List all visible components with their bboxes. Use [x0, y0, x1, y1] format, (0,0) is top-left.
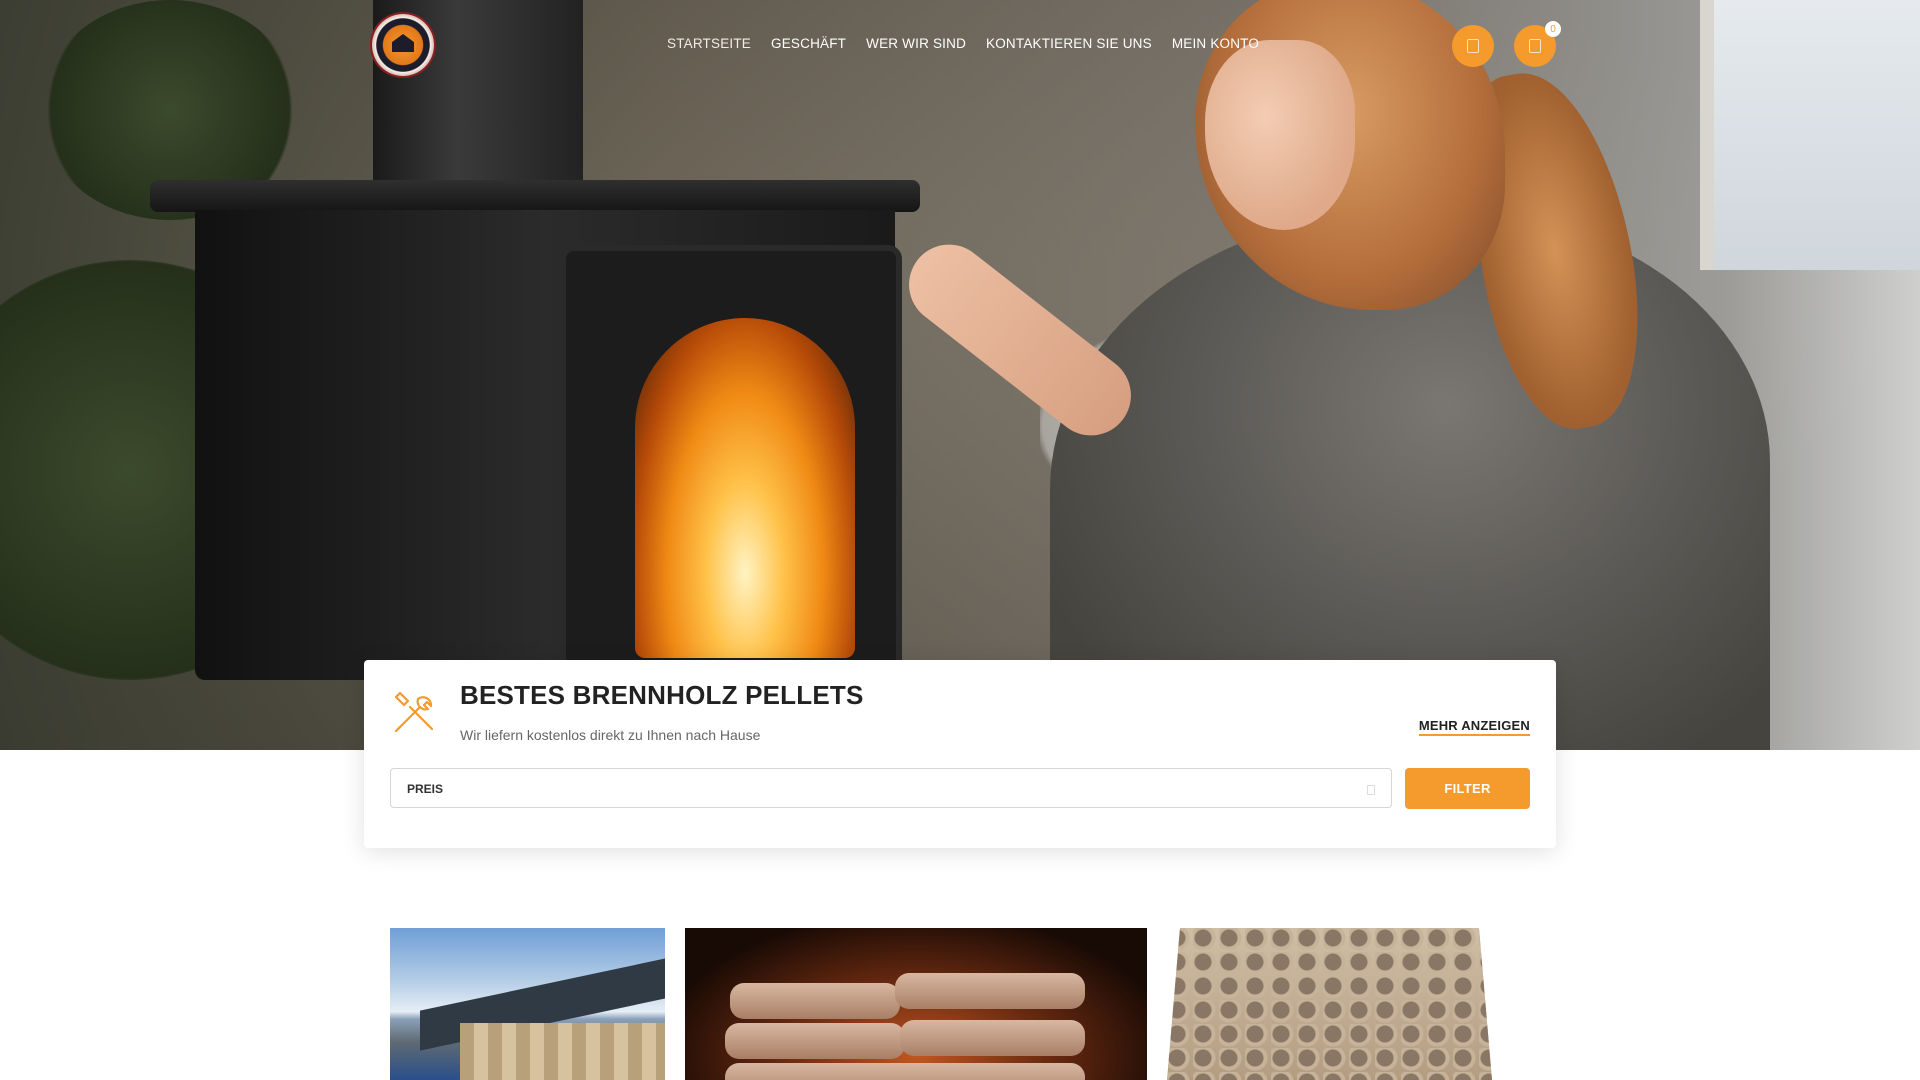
price-select[interactable]: PREIS	[390, 768, 1392, 808]
search-icon	[1467, 39, 1479, 53]
tools-icon	[394, 691, 434, 733]
product-card-warehouse[interactable]	[390, 928, 665, 1080]
filter-title: BESTES BRENNHOLZ PELLETS	[460, 680, 864, 710]
site-logo[interactable]	[372, 14, 434, 76]
hero-window	[1700, 0, 1920, 270]
hero-fire	[635, 318, 855, 658]
more-link[interactable]: MEHR ANZEIGEN	[1418, 718, 1530, 736]
filter-button[interactable]: FILTER	[1405, 768, 1530, 809]
nav-item-startseite[interactable]: STARTSEITE	[667, 36, 751, 51]
search-button[interactable]	[1452, 25, 1494, 67]
briquette-stack	[1167, 928, 1492, 1080]
price-select-label: PREIS	[407, 782, 444, 796]
cart-count-badge: 0	[1545, 21, 1561, 37]
main-navigation: STARTSEITE GESCHÄFT WER WIR SIND KONTAKT…	[667, 36, 1259, 51]
pellet-bag	[730, 983, 900, 1019]
select-caret-icon	[1367, 785, 1375, 795]
pellet-bag	[895, 973, 1085, 1009]
pellet-bag	[900, 1020, 1085, 1056]
nav-item-geschaeft[interactable]: GESCHÄFT	[771, 36, 846, 51]
filter-card: BESTES BRENNHOLZ PELLETS Wir liefern kos…	[364, 660, 1556, 848]
logo-house-icon	[392, 34, 414, 52]
product-card-pellet-bags[interactable]	[685, 928, 1147, 1080]
nav-item-wer-wir-sind[interactable]: WER WIR SIND	[866, 36, 966, 51]
hero-stove-top	[150, 180, 920, 212]
pellet-bag	[725, 1023, 905, 1059]
product-card-briquettes[interactable]	[1167, 928, 1492, 1080]
filter-subtitle: Wir liefern kostenlos direkt zu Ihnen na…	[460, 727, 761, 743]
pellet-bag	[725, 1063, 1085, 1080]
warehouse-pallets	[460, 1023, 665, 1080]
nav-item-kontakt[interactable]: KONTAKTIEREN SIE UNS	[986, 36, 1152, 51]
nav-item-mein-konto[interactable]: MEIN KONTO	[1172, 36, 1259, 51]
hero-banner	[0, 0, 1920, 750]
cart-icon	[1529, 39, 1541, 53]
